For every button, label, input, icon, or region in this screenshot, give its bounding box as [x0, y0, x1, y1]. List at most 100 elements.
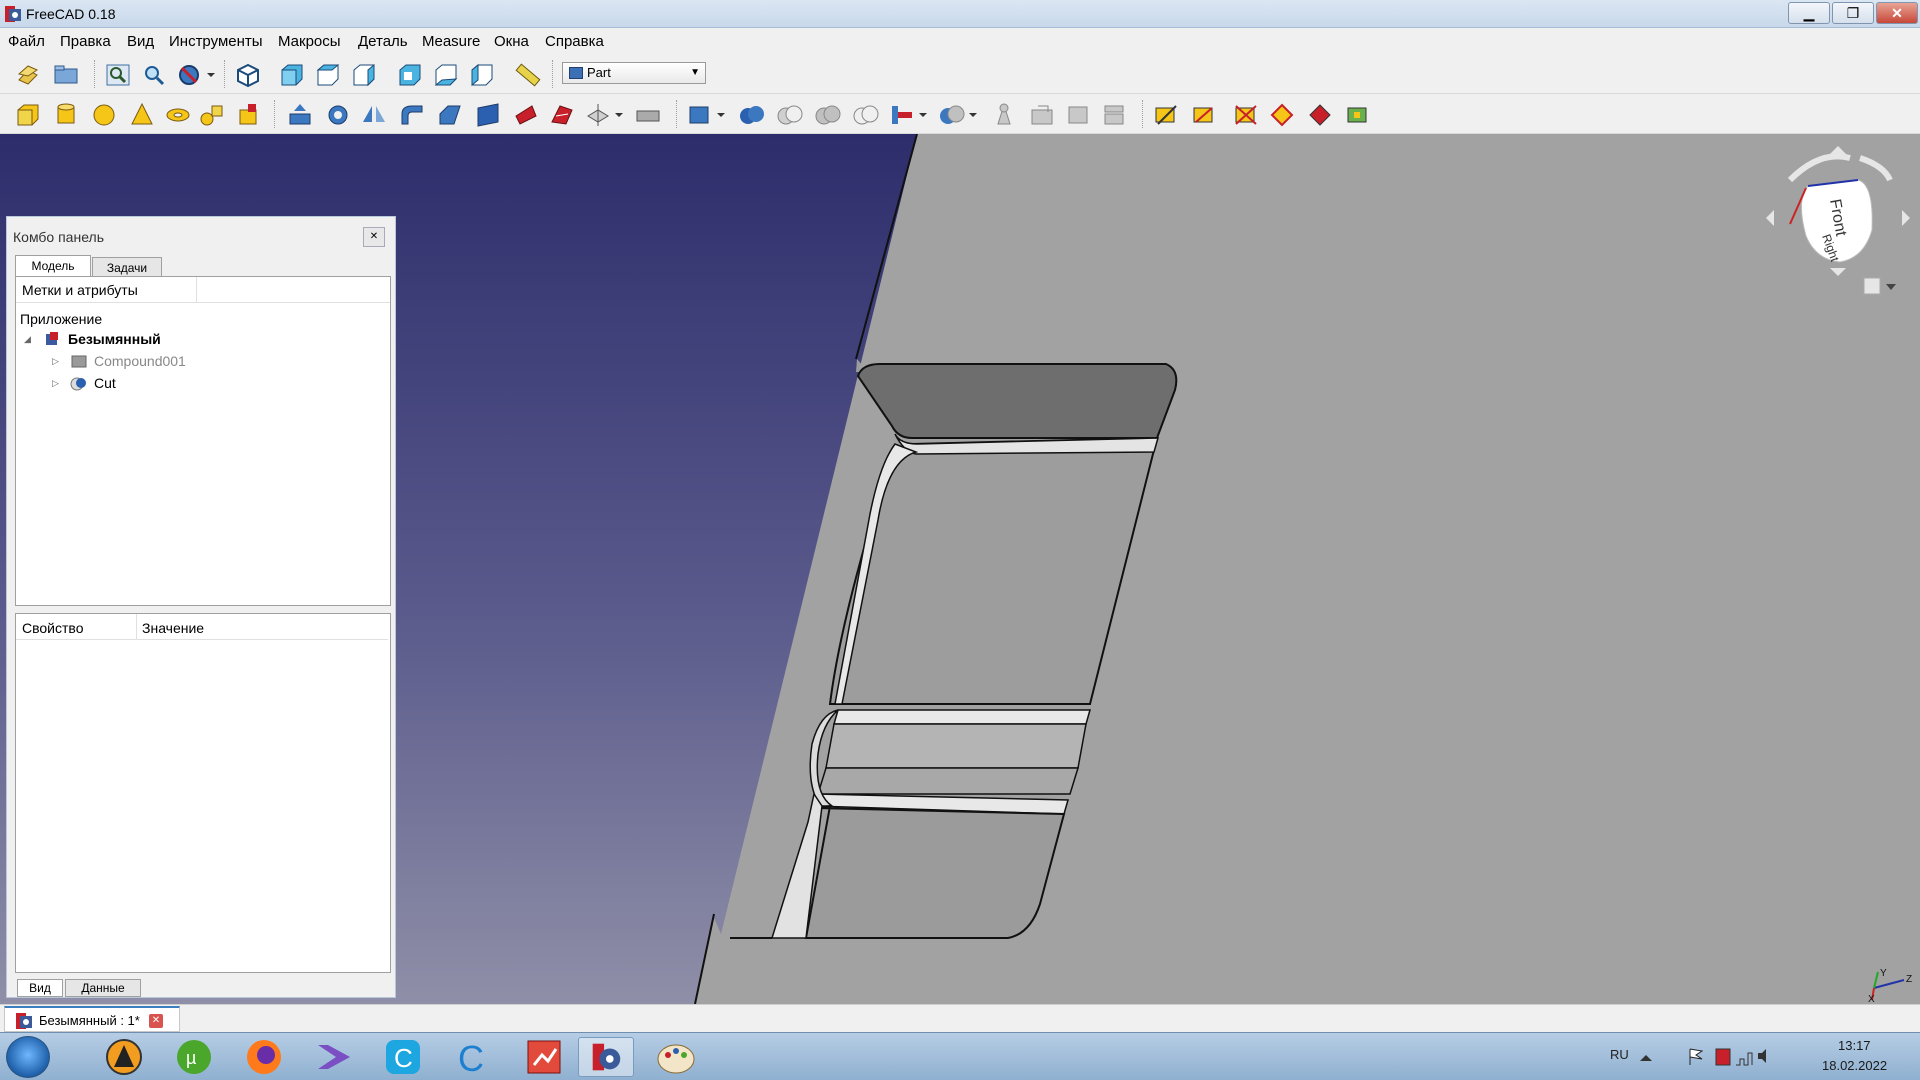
fillet-icon[interactable]	[398, 102, 426, 128]
nav-up-arrow-icon[interactable]	[1830, 146, 1846, 154]
tab-view[interactable]: Вид	[17, 979, 63, 997]
extrude-icon[interactable]	[286, 102, 314, 128]
close-tab-icon[interactable]: ✕	[149, 1014, 163, 1028]
combo-close-button[interactable]: ✕	[363, 227, 385, 247]
nav-right-arrow-icon[interactable]	[1902, 210, 1910, 226]
utorrent-icon[interactable]: µ	[166, 1037, 222, 1077]
paint-icon[interactable]	[648, 1037, 704, 1077]
tree-item-compound001[interactable]: Compound001	[94, 353, 186, 369]
clock-date[interactable]: 18.02.2022	[1822, 1058, 1887, 1073]
chevron-down-icon[interactable]	[714, 102, 728, 128]
menu-edit[interactable]: Правка	[60, 33, 111, 50]
cut-icon[interactable]	[776, 102, 804, 128]
revolve-icon[interactable]	[324, 102, 352, 128]
property-editor[interactable]: Свойство Значение	[15, 613, 391, 973]
torus-icon[interactable]	[164, 102, 192, 128]
compound-tools-icon[interactable]	[686, 102, 714, 128]
cylinder-icon[interactable]	[52, 102, 80, 128]
view-front-icon[interactable]	[278, 62, 306, 88]
expand-closed-icon[interactable]: ▷	[52, 378, 59, 389]
defeaturing-icon[interactable]	[1028, 102, 1056, 128]
measure-toggle-all-icon[interactable]	[1306, 102, 1334, 128]
model-tree[interactable]: Метки и атрибуты Приложение ◢ Безымянный…	[15, 276, 391, 606]
rotate-right-arrow-icon[interactable]	[1859, 155, 1893, 182]
view-isometric-icon[interactable]	[234, 62, 262, 88]
thickness-icon[interactable]	[634, 102, 662, 128]
measure-linear-icon[interactable]	[1152, 102, 1180, 128]
navigation-cube[interactable]: Front Right	[1760, 140, 1910, 300]
chevron-down-icon[interactable]	[1886, 284, 1896, 290]
cone-icon[interactable]	[128, 102, 156, 128]
measure-angular-icon[interactable]	[1190, 102, 1218, 128]
ruled-surface-icon[interactable]	[512, 102, 540, 128]
measure-refresh-icon[interactable]	[1232, 102, 1260, 128]
boolean-icon[interactable]	[738, 102, 766, 128]
freecad-taskbar-icon[interactable]	[578, 1037, 634, 1077]
view-right-icon[interactable]	[350, 62, 378, 88]
expand-closed-icon[interactable]: ▷	[52, 356, 59, 367]
expand-open-icon[interactable]: ◢	[24, 334, 31, 345]
cmd-c-icon[interactable]: C	[446, 1037, 502, 1077]
menu-file[interactable]: Файл	[8, 33, 45, 50]
section-icon[interactable]	[584, 102, 612, 128]
mirror-icon[interactable]	[360, 102, 388, 128]
document-tab[interactable]: Безымянный : 1* ✕	[4, 1006, 180, 1032]
nav-down-arrow-icon[interactable]	[1830, 268, 1846, 276]
close-button[interactable]: ✕	[1876, 2, 1918, 24]
menu-part[interactable]: Деталь	[358, 33, 408, 50]
shape-from-mesh-icon[interactable]	[1064, 102, 1092, 128]
shape-builder-icon[interactable]	[234, 102, 262, 128]
sphere-icon[interactable]	[90, 102, 118, 128]
view-left-icon[interactable]	[468, 62, 496, 88]
fuse-icon[interactable]	[814, 102, 842, 128]
chevron-down-icon[interactable]	[612, 102, 626, 128]
refine-shape-icon[interactable]	[1100, 102, 1128, 128]
tab-data[interactable]: Данные	[65, 979, 141, 997]
workbench-select[interactable]: Part ▼	[562, 62, 706, 84]
check-geometry-icon[interactable]	[990, 102, 1018, 128]
join-features-icon[interactable]	[888, 102, 916, 128]
measure-toggle-3d-icon[interactable]	[1344, 102, 1372, 128]
clock-time[interactable]: 13:17	[1838, 1038, 1871, 1053]
rotate-left-arrow-icon[interactable]	[1787, 153, 1851, 183]
chevron-down-icon[interactable]	[204, 62, 218, 88]
chevron-down-icon[interactable]	[966, 102, 980, 128]
primitives-icon[interactable]	[198, 102, 226, 128]
box-icon[interactable]	[14, 102, 42, 128]
menu-windows[interactable]: Окна	[494, 33, 529, 50]
aimp-icon[interactable]	[96, 1037, 152, 1077]
common-icon[interactable]	[852, 102, 880, 128]
tree-item-cut[interactable]: Cut	[94, 375, 116, 391]
maximize-button[interactable]: ❐	[1832, 2, 1874, 24]
tree-document[interactable]: Безымянный	[68, 331, 161, 347]
open-folder-icon[interactable]	[52, 62, 80, 88]
start-button[interactable]	[6, 1036, 50, 1078]
menu-tools[interactable]: Инструменты	[169, 33, 263, 50]
view-bottom-icon[interactable]	[432, 62, 460, 88]
measure-distance-icon[interactable]	[514, 62, 542, 88]
new-document-icon[interactable]	[14, 62, 42, 88]
presentation-app-icon[interactable]	[516, 1037, 572, 1077]
fit-selection-icon[interactable]	[140, 62, 168, 88]
tab-tasks[interactable]: Задачи	[92, 257, 162, 277]
chamfer-icon[interactable]	[436, 102, 464, 128]
view-top-icon[interactable]	[314, 62, 342, 88]
split-tools-icon[interactable]	[938, 102, 966, 128]
chevron-down-icon[interactable]	[916, 102, 930, 128]
visual-studio-icon[interactable]	[306, 1037, 362, 1077]
firefox-icon[interactable]	[236, 1037, 292, 1077]
make-face-icon[interactable]	[474, 102, 502, 128]
menu-macros[interactable]: Макросы	[278, 33, 341, 50]
draw-style-icon[interactable]	[176, 62, 204, 88]
nav-left-arrow-icon[interactable]	[1766, 210, 1774, 226]
fit-all-icon[interactable]	[104, 62, 132, 88]
menu-measure[interactable]: Measure	[422, 33, 480, 50]
keyboard-language[interactable]: RU	[1610, 1047, 1629, 1062]
tab-model[interactable]: Модель	[15, 255, 91, 277]
loft-icon[interactable]	[548, 102, 576, 128]
menu-help[interactable]: Справка	[545, 33, 604, 50]
view-rear-icon[interactable]	[396, 62, 424, 88]
measure-clear-all-icon[interactable]	[1268, 102, 1296, 128]
minimize-button[interactable]: ▁	[1788, 2, 1830, 24]
navcube-menu-icon[interactable]	[1863, 277, 1881, 295]
